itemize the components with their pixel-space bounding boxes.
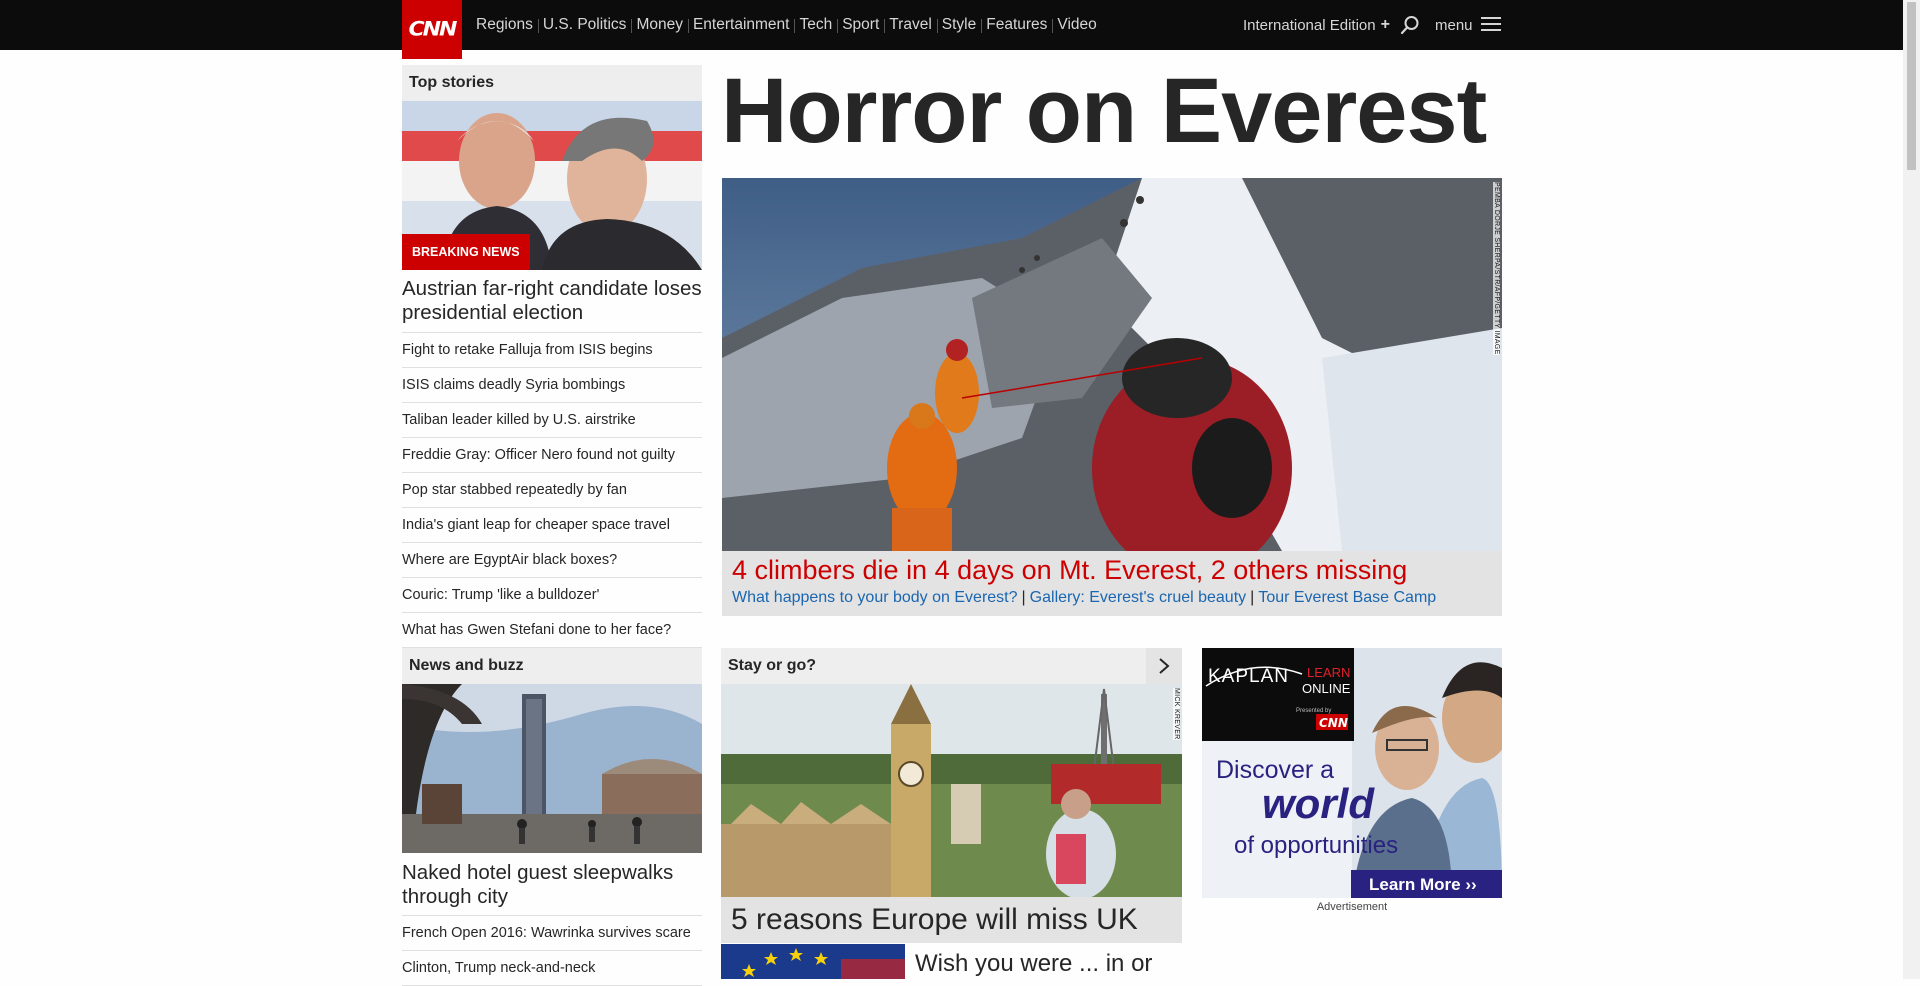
kaplan-ad-graphic: KAPLAN LEARN ONLINE Presented by CNN Dis… [1202, 648, 1502, 898]
chevron-right-icon [1159, 658, 1170, 674]
stay-or-go-secondary-headline[interactable]: Wish you were ... in or [915, 950, 1152, 978]
hero-link-body[interactable]: What happens to your body on Everest? [732, 589, 1018, 606]
nav-item-style[interactable]: Style [936, 16, 981, 34]
top-stories-heading: Top stories [402, 65, 702, 101]
ad-line3-text: of opportunities [1234, 832, 1398, 859]
hero-link-gallery[interactable]: Gallery: Everest's cruel beauty [1030, 589, 1246, 606]
next-arrow-button[interactable] [1146, 648, 1182, 684]
ad-cta-text: Learn More ›› [1369, 875, 1477, 894]
list-item[interactable]: Taliban leader killed by U.S. airstrike [402, 403, 702, 438]
hero-headline[interactable]: 4 climbers die in 4 days on Mt. Everest,… [732, 555, 1407, 586]
ad-learn-text: LEARN [1307, 665, 1350, 680]
hero-image[interactable]: PEMBA DORJE SHERPA/STR/AFP/GETTY IMAGE [722, 178, 1502, 551]
stay-or-go-heading: Stay or go? [721, 648, 1182, 684]
breaking-news-badge: BREAKING NEWS [402, 234, 530, 270]
nav-item-video[interactable]: Video [1052, 16, 1101, 34]
nav-item-travel[interactable]: Travel [884, 16, 937, 34]
hero-title[interactable]: Horror on Everest [721, 56, 1487, 166]
link-separator: | [1021, 589, 1026, 606]
news-buzz-heading: News and buzz [402, 648, 702, 684]
list-item[interactable]: Clinton, Trump neck-and-neck [402, 951, 702, 986]
nav-item-us-politics[interactable]: U.S. Politics [537, 16, 632, 34]
nav-item-features[interactable]: Features [981, 16, 1052, 34]
nav-item-sport[interactable]: Sport [837, 16, 884, 34]
list-item[interactable]: India's giant leap for cheaper space tra… [402, 508, 702, 543]
kaplan-ad[interactable]: KAPLAN LEARN ONLINE Presented by CNN Dis… [1202, 648, 1502, 898]
top-navigation-bar: CNN Regions U.S. Politics Money Entertai… [0, 0, 1903, 59]
news-buzz-list: French Open 2016: Wawrinka survives scar… [402, 915, 702, 986]
stay-photo-credit: MICK KREVER [1173, 688, 1180, 740]
page-scrollbar[interactable] [1903, 0, 1920, 979]
ad-line2-text: world [1262, 780, 1375, 827]
stay-or-go-headline[interactable]: 5 reasons Europe will miss UK [721, 897, 1182, 943]
cnn-logo-text: CNN [408, 18, 458, 41]
stay-or-go-title: Stay or go? [728, 657, 817, 674]
nav-item-entertainment[interactable]: Entertainment [687, 16, 795, 34]
eu-flag-image[interactable] [721, 944, 905, 979]
edition-label: International Edition [1243, 16, 1376, 34]
ad-presented-by-text: Presented by [1296, 708, 1331, 714]
hamburger-icon[interactable] [1481, 17, 1501, 33]
nav-item-money[interactable]: Money [631, 16, 688, 34]
hero-caption-box: 4 climbers die in 4 days on Mt. Everest,… [722, 551, 1502, 616]
city-street-photo [402, 684, 702, 853]
menu-label[interactable]: menu [1435, 0, 1473, 50]
miniature-london-photo [721, 684, 1182, 897]
scrollbar-thumb[interactable] [1907, 2, 1916, 170]
ad-cnn-text: CNN [1319, 716, 1348, 730]
list-item[interactable]: Couric: Trump 'like a bulldozer' [402, 578, 702, 613]
list-item[interactable]: Pop star stabbed repeatedly by fan [402, 473, 702, 508]
list-item[interactable]: Where are EgyptAir black boxes? [402, 543, 702, 578]
hero-photo-credit: PEMBA DORJE SHERPA/STR/AFP/GETTY IMAGE [1493, 182, 1500, 355]
nav-item-regions[interactable]: Regions [471, 16, 538, 34]
news-buzz-lead-headline[interactable]: Naked hotel guest sleepwalks through cit… [402, 861, 702, 909]
search-icon[interactable] [1400, 15, 1420, 35]
ad-online-text: ONLINE [1302, 681, 1351, 696]
stay-or-go-image[interactable]: MICK KREVER [721, 684, 1182, 897]
hero-link-base-camp[interactable]: Tour Everest Base Camp [1258, 589, 1436, 606]
hero-related-links: What happens to your body on Everest? | Ga… [732, 589, 1436, 607]
list-item[interactable]: French Open 2016: Wawrinka survives scar… [402, 915, 702, 951]
list-item[interactable]: Freddie Gray: Officer Nero found not gui… [402, 438, 702, 473]
news-buzz-lead-image[interactable] [402, 684, 702, 853]
top-stories-list: Fight to retake Falluja from ISIS begins… [402, 332, 702, 648]
list-item[interactable]: ISIS claims deadly Syria bombings [402, 368, 702, 403]
list-item[interactable]: Fight to retake Falluja from ISIS begins [402, 332, 702, 368]
cnn-logo[interactable]: CNN [402, 0, 462, 59]
everest-climbers-photo [722, 178, 1502, 551]
top-stories-lead-headline[interactable]: Austrian far-right candidate loses presi… [402, 277, 702, 325]
nav-item-tech[interactable]: Tech [794, 16, 837, 34]
link-separator: | [1250, 589, 1255, 606]
list-item[interactable]: What has Gwen Stefani done to her face? [402, 613, 702, 648]
main-nav: Regions U.S. Politics Money Entertainmen… [471, 0, 1102, 50]
edition-plus-icon: + [1380, 16, 1390, 33]
advertisement-label: Advertisement [1316, 901, 1388, 913]
top-stories-lead-image[interactable]: BREAKING NEWS [402, 101, 702, 270]
edition-selector[interactable]: International Edition + [1243, 0, 1390, 50]
eu-flag-photo [721, 944, 905, 979]
